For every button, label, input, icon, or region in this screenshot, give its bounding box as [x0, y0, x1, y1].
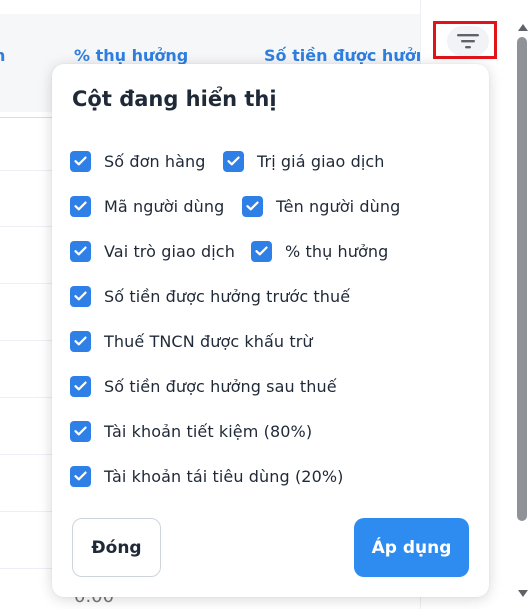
checkbox-label: Tên người dùng [276, 196, 401, 216]
checkbox-checked-icon[interactable] [70, 465, 91, 487]
checkbox-label: % thụ hưởng [285, 241, 389, 261]
checkbox-transaction-role[interactable]: Vai trò giao dịch [70, 239, 235, 263]
checkbox-checked-icon[interactable] [70, 285, 91, 307]
checkbox-checked-icon[interactable] [70, 330, 91, 352]
checkbox-label: Thuế TNCN được khấu trừ [104, 331, 313, 351]
column-header-amount-received[interactable]: Số tiền được hưởng [264, 46, 439, 65]
checkbox-transaction-value[interactable]: Trị giá giao dịch [223, 149, 385, 173]
scrollbar-thumb[interactable] [517, 37, 527, 521]
checkbox-label: Trị giá giao dịch [257, 151, 385, 171]
checkbox-checked-icon[interactable] [70, 195, 91, 217]
column-visibility-popover: Cột đang hiển thị Số đơn hàng Trị giá gi… [52, 64, 489, 597]
checkbox-checked-icon[interactable] [70, 150, 91, 172]
checkbox-label: Mã người dùng [104, 196, 225, 216]
close-button[interactable]: Đóng [72, 518, 161, 577]
highlight-box [433, 21, 497, 59]
checkbox-label: Số tiền được hưởng trước thuế [104, 286, 351, 306]
popover-title: Cột đang hiển thị [72, 87, 277, 111]
checkbox-checked-icon[interactable] [251, 240, 272, 262]
apply-button[interactable]: Áp dụng [354, 518, 469, 577]
checkbox-order-count[interactable]: Số đơn hàng [70, 149, 206, 173]
checkbox-user-id[interactable]: Mã người dùng [70, 194, 224, 218]
checkbox-label: Tài khoản tiết kiệm (80%) [104, 421, 313, 441]
checkbox-label: Số tiền được hưởng sau thuế [104, 376, 337, 396]
checkbox-checked-icon[interactable] [242, 195, 263, 217]
checkbox-checked-icon[interactable] [70, 240, 91, 262]
header-divider [0, 117, 56, 118]
checkbox-savings-account[interactable]: Tài khoản tiết kiệm (80%) [70, 419, 312, 443]
scroll-up-icon[interactable] [518, 24, 528, 31]
checkbox-user-name[interactable]: Tên người dùng [242, 194, 400, 218]
checkbox-label: Tài khoản tái tiêu dùng (20%) [104, 466, 344, 486]
column-header-partial[interactable]: n [0, 46, 5, 65]
checkbox-personal-income-tax[interactable]: Thuế TNCN được khấu trừ [70, 329, 313, 353]
checkbox-checked-icon[interactable] [70, 420, 91, 442]
checkbox-checked-icon[interactable] [70, 375, 91, 397]
checkbox-checked-icon[interactable] [223, 150, 244, 172]
checkbox-label: Số đơn hàng [104, 151, 206, 171]
checkbox-reconsumption-account[interactable]: Tài khoản tái tiêu dùng (20%) [70, 464, 344, 488]
checkbox-amount-before-tax[interactable]: Số tiền được hưởng trước thuế [70, 284, 350, 308]
checkbox-beneficiary-percent[interactable]: % thụ hưởng [251, 239, 388, 263]
checkbox-label: Vai trò giao dịch [104, 241, 235, 261]
column-header-beneficiary-percent[interactable]: % thụ hưởng [74, 46, 188, 65]
checkbox-amount-after-tax[interactable]: Số tiền được hưởng sau thuế [70, 374, 337, 398]
scroll-down-icon[interactable] [518, 590, 528, 597]
